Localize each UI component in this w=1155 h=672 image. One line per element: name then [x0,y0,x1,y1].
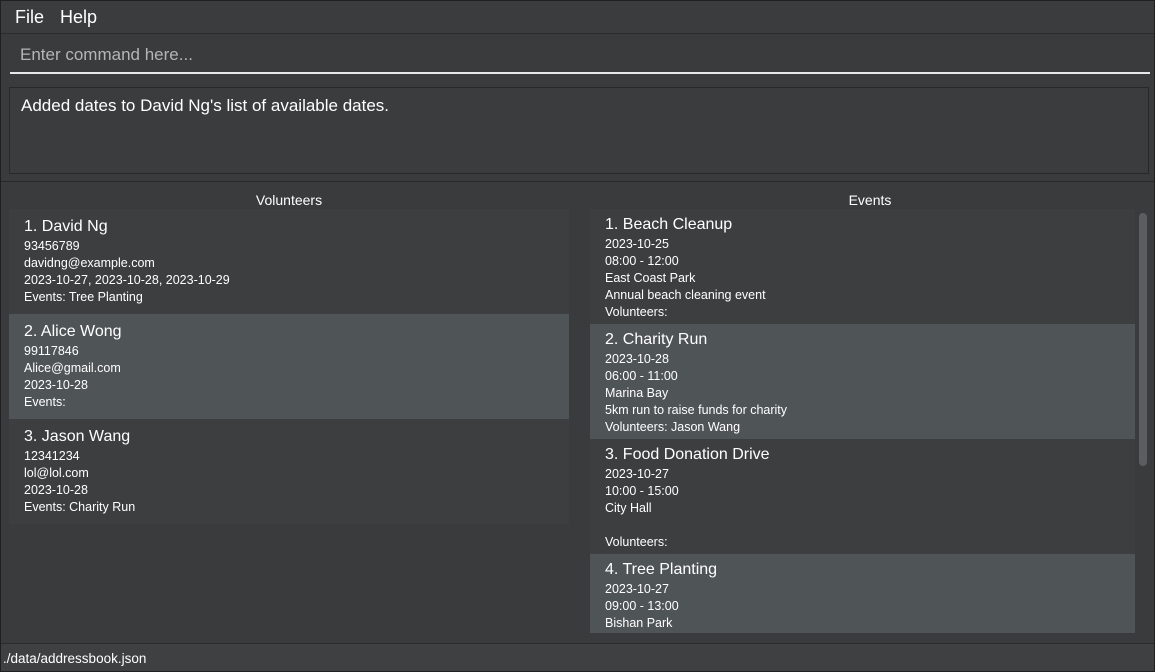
volunteer-events: Events: Tree Planting [24,290,143,304]
volunteer-phone: 99117846 [24,344,79,358]
data-file-path: ./data/addressbook.json [3,651,147,666]
volunteers-panel-title: Volunteers [255,192,323,208]
menu-bar: File Help [1,1,1154,34]
volunteer-card[interactable]: 2. Alice Wong 99117846 Alice@gmail.com 2… [9,314,569,419]
volunteer-events: Events: Charity Run [24,500,136,514]
event-location: East Coast Park [605,271,696,285]
event-card[interactable]: 4. Tree Planting 2023-10-27 09:00 - 13:0… [590,554,1135,633]
volunteer-phone: 93456789 [24,239,80,253]
event-location: Bishan Park [605,616,673,630]
event-location: City Hall [605,501,652,515]
event-name: 4. Tree Planting [605,561,718,578]
event-volunteers: Volunteers: [605,535,668,549]
event-time: 10:00 - 15:00 [605,484,679,498]
menu-file[interactable]: File [7,1,52,33]
event-time: 08:00 - 12:00 [605,254,679,268]
events-panel-title: Events [848,192,892,208]
event-date: 2023-10-25 [605,237,669,251]
event-volunteers: Volunteers: Jason Wang [605,420,741,434]
event-description: Annual beach cleaning event [605,288,766,302]
volunteer-list[interactable]: 1. David Ng 93456789 davidng@example.com… [9,209,569,524]
volunteer-phone: 12341234 [24,449,80,463]
event-description: 5km run to raise funds for charity [605,403,788,417]
event-date: 2023-10-27 [605,467,669,481]
volunteer-email: davidng@example.com [24,256,155,270]
result-display: Added dates to David Ng's list of availa… [9,87,1149,174]
command-box [1,34,1154,80]
volunteer-events: Events: [24,395,66,409]
event-time: 06:00 - 11:00 [605,369,678,383]
event-list-scrollbar-thumb[interactable] [1139,213,1147,466]
menu-help[interactable]: Help [52,1,105,33]
event-list[interactable]: 1. Beach Cleanup 2023-10-25 08:00 - 12:0… [590,209,1135,633]
volunteer-name: 3. Jason Wang [24,428,131,445]
volunteer-email: lol@lol.com [24,466,89,480]
command-input[interactable] [10,38,1150,74]
status-bar: ./data/addressbook.json [1,643,1154,671]
event-card[interactable]: 1. Beach Cleanup 2023-10-25 08:00 - 12:0… [590,209,1135,324]
volunteer-dates: 2023-10-27, 2023-10-28, 2023-10-29 [24,273,230,287]
result-text: Added dates to David Ng's list of availa… [21,96,390,115]
event-name: 3. Food Donation Drive [605,446,770,463]
event-card[interactable]: 3. Food Donation Drive 2023-10-27 10:00 … [590,439,1135,554]
event-name: 1. Beach Cleanup [605,216,733,233]
volunteer-name: 1. David Ng [24,218,108,235]
divider [1,181,1154,182]
event-description [605,517,1120,534]
event-date: 2023-10-27 [605,582,669,596]
app-window: File Help Added dates to David Ng's list… [0,0,1155,672]
volunteer-dates: 2023-10-28 [24,378,88,392]
event-volunteers: Volunteers: [605,305,668,319]
event-card[interactable]: 2. Charity Run 2023-10-28 06:00 - 11:00 … [590,324,1135,439]
volunteer-name: 2. Alice Wong [24,323,122,340]
event-date: 2023-10-28 [605,352,669,366]
event-name: 2. Charity Run [605,331,708,348]
volunteer-card[interactable]: 1. David Ng 93456789 davidng@example.com… [9,209,569,314]
volunteer-dates: 2023-10-28 [24,483,88,497]
volunteer-card[interactable]: 3. Jason Wang 12341234 lol@lol.com 2023-… [9,419,569,524]
event-time: 09:00 - 13:00 [605,599,679,613]
event-location: Marina Bay [605,386,669,400]
volunteer-email: Alice@gmail.com [24,361,121,375]
